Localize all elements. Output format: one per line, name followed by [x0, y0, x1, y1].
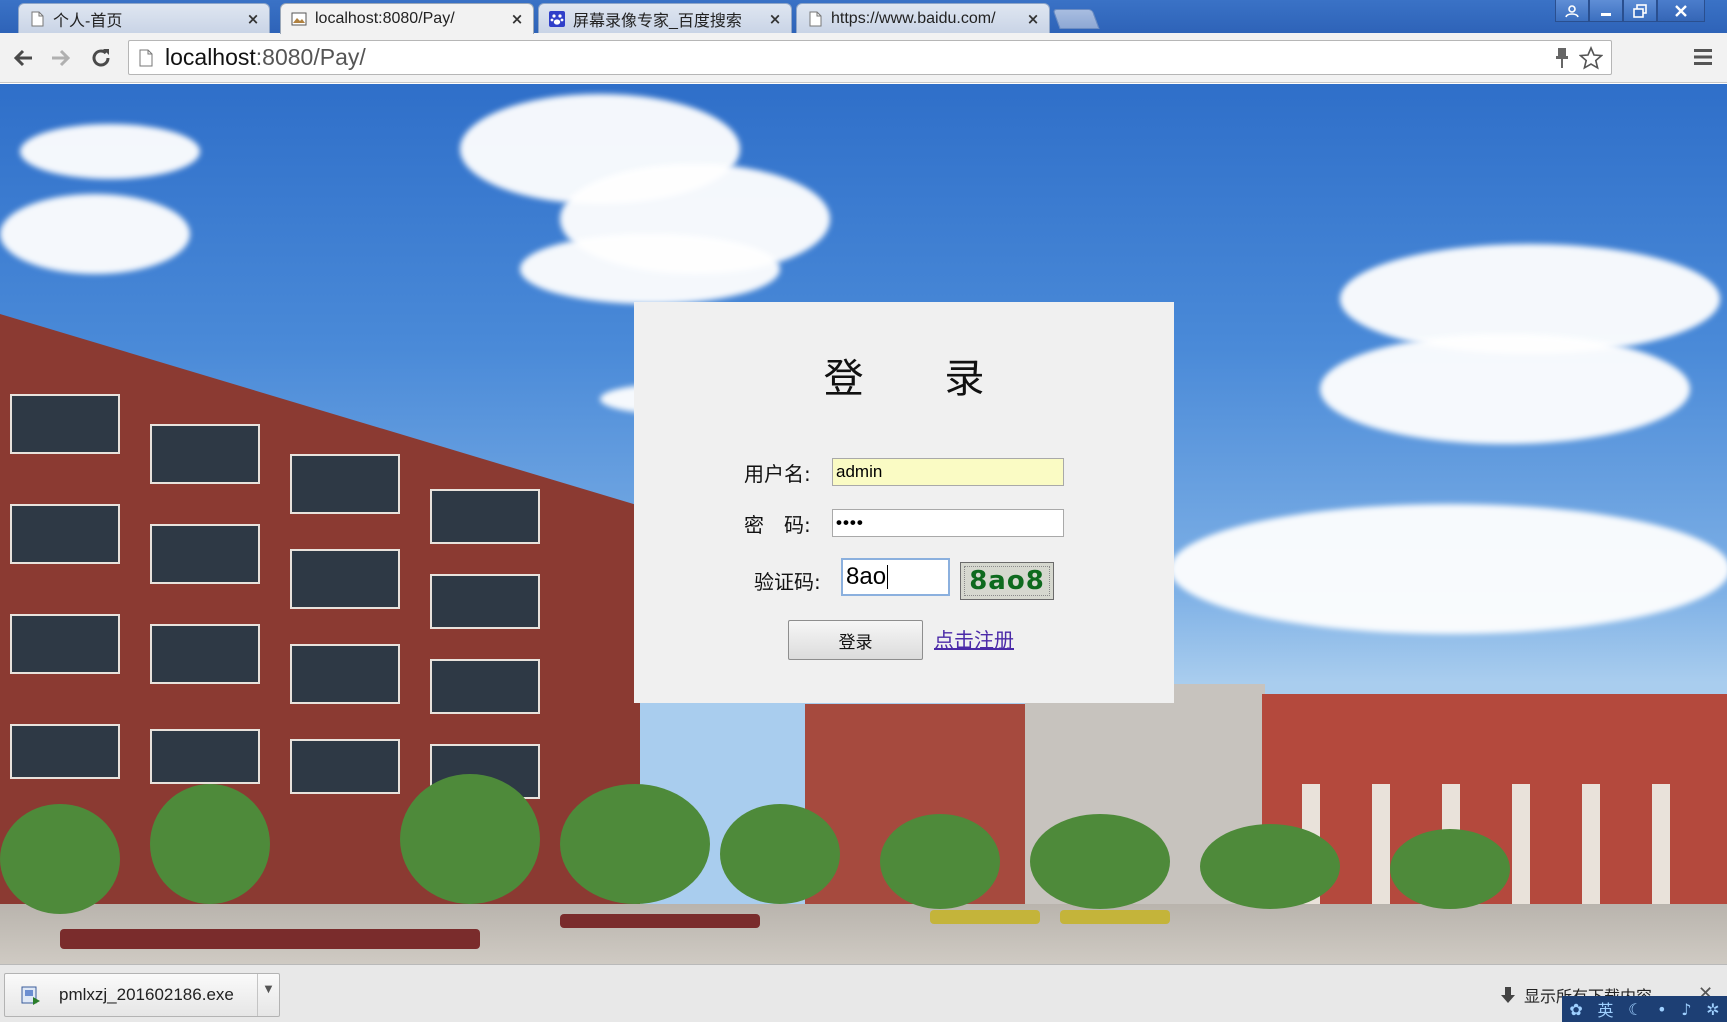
tab-close-icon[interactable]: × — [1025, 11, 1041, 27]
ime-settings-icon: ✲ — [1706, 999, 1720, 1019]
back-arrow-icon[interactable] — [8, 43, 38, 73]
captcha-input[interactable]: 8ao — [841, 558, 950, 596]
user-icon[interactable] — [1555, 0, 1589, 22]
download-menu-arrow-icon[interactable]: ▼ — [257, 974, 279, 1016]
picture-icon — [291, 11, 307, 27]
password-input[interactable]: •••• — [832, 509, 1064, 537]
minimize-icon[interactable] — [1589, 0, 1623, 22]
omnibox-actions — [1555, 46, 1603, 70]
tab-personal-home[interactable]: 个人-首页 × — [18, 3, 270, 33]
bookmark-star-icon[interactable] — [1579, 46, 1603, 70]
login-panel: 登 录 用户名: admin 密 码: •••• 验证码: 8ao 8ao8 登… — [634, 302, 1174, 703]
register-link[interactable]: 点击注册 — [934, 624, 1014, 653]
tab-title: https://www.baidu.com/ — [831, 9, 996, 27]
ime-moon-icon: ☾ — [1628, 999, 1643, 1019]
download-bar: pmlxzj_201602186.exe ▼ 显示所有下载内容... ✕ — [0, 964, 1727, 1022]
login-button[interactable]: 登录 — [788, 620, 923, 660]
page-icon — [807, 11, 823, 27]
tab-title: 个人-首页 — [53, 12, 123, 30]
captcha-image[interactable]: 8ao8 — [960, 562, 1054, 600]
tab-baidu-home[interactable]: https://www.baidu.com/ × — [796, 3, 1050, 33]
url-path: :8080/Pay/ — [255, 44, 366, 70]
tab-close-icon[interactable]: × — [767, 11, 783, 27]
tab-title: 屏幕录像专家_百度搜索 — [573, 12, 742, 30]
pin-icon[interactable] — [1555, 46, 1569, 70]
tab-close-icon[interactable]: × — [245, 11, 261, 27]
forward-arrow-icon[interactable] — [46, 43, 76, 73]
username-label: 用户名: — [744, 462, 811, 486]
close-icon[interactable] — [1657, 0, 1705, 22]
password-label: 密 码: — [744, 513, 811, 537]
captcha-input-value: 8ao — [846, 563, 887, 590]
browser-toolbar: localhost:8080/Pay/ — [0, 33, 1727, 83]
download-item[interactable]: pmlxzj_201602186.exe ▼ — [4, 973, 280, 1017]
page-content: 登 录 用户名: admin 密 码: •••• 验证码: 8ao 8ao8 登… — [0, 84, 1727, 964]
restore-icon[interactable] — [1623, 0, 1657, 22]
browser-window: 个人-首页 × localhost:8080/Pay/ × 屏幕录像专家_百度搜… — [0, 0, 1727, 1022]
url-host: localhost — [165, 44, 256, 70]
tab-baidu-search[interactable]: 屏幕录像专家_百度搜索 × — [538, 3, 792, 33]
ime-logo-icon: ✿ — [1569, 999, 1583, 1019]
tab-strip: 个人-首页 × localhost:8080/Pay/ × 屏幕录像专家_百度搜… — [0, 0, 1727, 34]
address-url[interactable]: localhost:8080/Pay/ — [165, 44, 366, 71]
new-tab-button[interactable] — [1052, 9, 1100, 29]
download-file-name: pmlxzj_201602186.exe — [59, 985, 234, 1004]
window-controls — [1555, 0, 1705, 22]
download-arrow-icon — [1501, 987, 1515, 1003]
reload-icon[interactable] — [86, 43, 116, 73]
ime-language: 英 — [1597, 1001, 1614, 1020]
captcha-noise — [964, 566, 1050, 596]
text-cursor — [887, 565, 889, 589]
username-input[interactable]: admin — [832, 458, 1064, 486]
ime-toolbar[interactable]: ✿ 英 ☾ • ♪ ✲ — [1562, 996, 1727, 1022]
ime-dot-icon: • — [1657, 999, 1667, 1019]
address-bar[interactable]: localhost:8080/Pay/ — [128, 40, 1612, 75]
chrome-menu-icon[interactable] — [1692, 46, 1714, 68]
tab-title: localhost:8080/Pay/ — [315, 10, 455, 27]
page-info-icon[interactable] — [139, 49, 153, 67]
page-icon — [29, 11, 45, 27]
ime-mic-icon: ♪ — [1681, 999, 1692, 1019]
baidu-paw-icon — [549, 10, 565, 27]
installer-icon — [21, 986, 40, 1005]
captcha-label: 验证码: — [754, 570, 821, 594]
tab-close-icon[interactable]: × — [509, 11, 525, 27]
tab-localhost-pay[interactable]: localhost:8080/Pay/ × — [280, 3, 534, 34]
login-title: 登 录 — [823, 356, 1019, 402]
